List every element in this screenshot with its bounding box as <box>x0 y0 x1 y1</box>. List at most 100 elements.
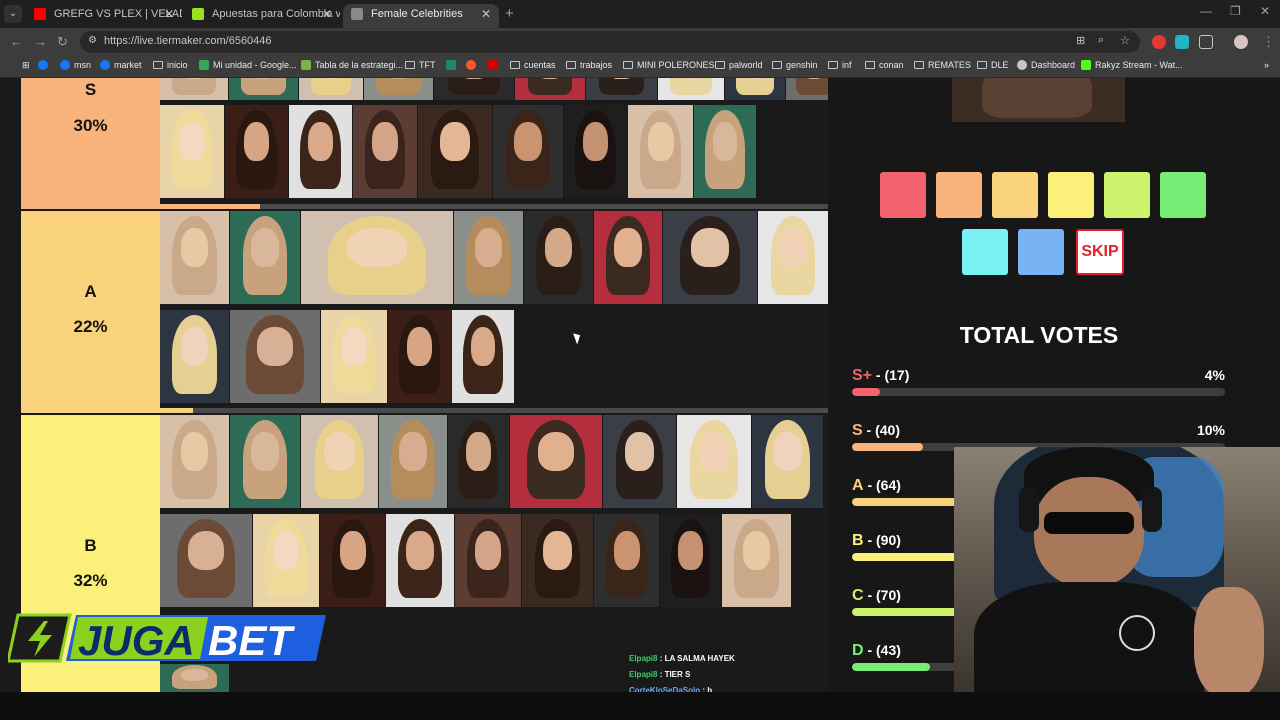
celebrity-thumbnail[interactable] <box>386 514 454 607</box>
extensions-puzzle-icon[interactable] <box>1199 35 1213 49</box>
celebrity-thumbnail[interactable] <box>452 310 514 403</box>
celebrity-thumbnail[interactable] <box>289 105 352 198</box>
bookmark-msn[interactable]: msn <box>60 60 91 70</box>
celebrity-thumbnail[interactable] <box>628 105 693 198</box>
apps-grid-icon[interactable]: ⊞ <box>8 60 30 71</box>
more-bookmarks-icon[interactable]: » <box>1250 60 1269 70</box>
bookmark-tft[interactable]: TFT <box>405 60 436 70</box>
celebrity-thumbnail[interactable] <box>663 211 757 304</box>
celebrity-thumbnail[interactable] <box>160 211 229 304</box>
celebrity-thumbnail[interactable] <box>321 310 387 403</box>
celebrity-thumbnail[interactable] <box>594 211 662 304</box>
extension-icon[interactable] <box>1152 35 1166 49</box>
bookmark-trabajos[interactable]: trabajos <box>566 60 612 70</box>
translate-icon[interactable]: ⊞ <box>1076 34 1085 47</box>
vote-tier-button[interactable] <box>1104 172 1150 218</box>
celebrity-thumbnail[interactable] <box>758 211 828 304</box>
vote-tier-button[interactable] <box>1160 172 1206 218</box>
bookmark-inicio[interactable]: inicio <box>153 60 188 70</box>
celebrity-thumbnail[interactable] <box>658 78 724 100</box>
celebrity-thumbnail[interactable] <box>230 415 300 508</box>
celebrity-thumbnail[interactable] <box>510 415 602 508</box>
celebrity-thumbnail[interactable] <box>455 514 521 607</box>
celebrity-thumbnail[interactable] <box>229 78 298 100</box>
celebrity-thumbnail[interactable] <box>301 415 378 508</box>
address-bar[interactable]: ⚙ https://live.tiermaker.com/6560446 ⊞ ⌕… <box>80 31 1140 53</box>
window-close-icon[interactable]: ✕ <box>1260 4 1270 18</box>
vote-tier-button[interactable] <box>992 172 1038 218</box>
bookmark-remates[interactable]: REMATES <box>914 60 971 70</box>
bookmark-mini-polerones[interactable]: MINI POLERONES <box>623 60 715 70</box>
new-tab-icon[interactable]: + <box>505 5 514 22</box>
celebrity-thumbnail[interactable] <box>694 105 756 198</box>
vote-tier-button[interactable] <box>880 172 926 218</box>
tab-apuestas[interactable]: Apuestas para Colombia vs Fra ✕ <box>184 4 340 28</box>
celebrity-thumbnail[interactable] <box>388 310 451 403</box>
celebrity-thumbnail[interactable] <box>299 78 363 100</box>
celebrity-thumbnail[interactable] <box>515 78 585 100</box>
celebrity-thumbnail[interactable] <box>379 415 447 508</box>
tier-row-a[interactable] <box>160 211 828 408</box>
bookmark-genshin[interactable]: genshin <box>772 60 818 70</box>
bookmark-inf[interactable]: inf <box>828 60 852 70</box>
close-icon[interactable]: ✕ <box>164 4 174 24</box>
bookmark-cuentas[interactable]: cuentas <box>510 60 556 70</box>
forward-icon[interactable]: → <box>34 34 47 49</box>
celebrity-thumbnail[interactable] <box>230 310 320 403</box>
bookmark-dle[interactable]: DLE <box>977 60 1009 70</box>
reload-icon[interactable]: ↻ <box>57 34 68 50</box>
celebrity-thumbnail[interactable] <box>364 78 433 100</box>
celebrity-thumbnail[interactable] <box>677 415 751 508</box>
bookmark-star-icon[interactable]: ☆ <box>1120 34 1130 47</box>
celebrity-thumbnail[interactable] <box>725 78 785 100</box>
back-icon[interactable]: ← <box>10 34 23 49</box>
celebrity-thumbnail[interactable] <box>230 211 300 304</box>
celebrity-thumbnail[interactable] <box>434 78 514 100</box>
close-icon[interactable]: ✕ <box>322 4 332 24</box>
celebrity-thumbnail[interactable] <box>493 105 563 198</box>
celebrity-thumbnail[interactable] <box>353 105 417 198</box>
bookmark-palworld[interactable]: palworld <box>715 60 763 70</box>
celebrity-thumbnail[interactable] <box>320 514 385 607</box>
celebrity-thumbnail[interactable] <box>454 211 523 304</box>
celebrity-thumbnail[interactable] <box>160 514 252 607</box>
tab-search-chevron-icon[interactable]: ⌄ <box>4 5 22 23</box>
celebrity-thumbnail[interactable] <box>722 514 791 607</box>
url-text[interactable]: https://live.tiermaker.com/6560446 <box>104 35 272 47</box>
site-info-icon[interactable]: ⚙ <box>88 35 97 46</box>
skip-button[interactable]: SKIP <box>1076 229 1124 275</box>
minimize-icon[interactable]: — <box>1200 4 1212 18</box>
celebrity-thumbnail[interactable] <box>603 415 676 508</box>
bookmark-market[interactable]: market <box>100 60 142 70</box>
tab-female-celebrities[interactable]: Female Celebrities ✕ <box>343 4 499 28</box>
celebrity-thumbnail[interactable] <box>660 514 721 607</box>
bookmark-drive[interactable]: Mi unidad - Google... <box>199 60 297 70</box>
vote-tier-button[interactable] <box>1048 172 1094 218</box>
extension-icon[interactable] <box>1175 35 1189 49</box>
tier-row-s[interactable] <box>160 78 842 204</box>
bookmark-dashboard[interactable]: Dashboard <box>1017 60 1075 70</box>
celebrity-thumbnail[interactable] <box>564 105 627 198</box>
celebrity-thumbnail[interactable] <box>160 78 228 100</box>
bookmark-rakyz[interactable]: Rakyz Stream - Wat... <box>1081 60 1183 70</box>
bookmark-tabla[interactable]: Tabla de la estrategi... <box>301 60 403 70</box>
close-icon[interactable]: ✕ <box>481 4 491 24</box>
tab-velada[interactable]: GREFG VS PLEX | VELADA DEL A ✕ <box>26 4 182 28</box>
celebrity-thumbnail[interactable] <box>301 211 453 304</box>
celebrity-thumbnail[interactable] <box>524 211 593 304</box>
vote-tier-button[interactable] <box>962 229 1008 275</box>
restore-icon[interactable]: ❐ <box>1230 4 1241 18</box>
celebrity-thumbnail[interactable] <box>522 514 593 607</box>
celebrity-thumbnail[interactable] <box>225 105 288 198</box>
vote-tier-button[interactable] <box>936 172 982 218</box>
celebrity-thumbnail[interactable] <box>752 415 823 508</box>
bookmark-conan[interactable]: conan <box>865 60 904 70</box>
celebrity-thumbnail[interactable] <box>586 78 657 100</box>
celebrity-thumbnail[interactable] <box>253 514 319 607</box>
celebrity-thumbnail[interactable] <box>160 105 224 198</box>
celebrity-thumbnail[interactable] <box>448 415 509 508</box>
profile-avatar-icon[interactable] <box>1234 35 1248 49</box>
celebrity-thumbnail[interactable] <box>160 664 229 692</box>
celebrity-thumbnail[interactable] <box>594 514 659 607</box>
celebrity-thumbnail[interactable] <box>418 105 492 198</box>
